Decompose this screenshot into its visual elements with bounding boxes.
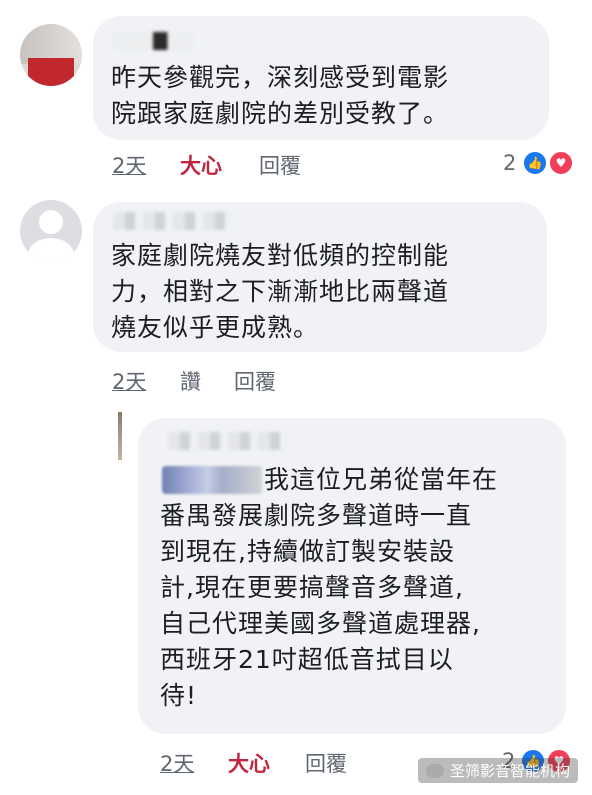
comment-text: 家庭劇院燒友對低頻的控制能 力，相對之下漸漸地比兩聲道 燒友似乎更成熟。: [111, 241, 450, 342]
reply-button[interactable]: 回覆: [305, 748, 347, 778]
like-button[interactable]: 讚: [180, 366, 201, 396]
comment-text: 我這位兄弟從當年在 番禺發展劇院多聲道時一直 到現在,持續做訂製安裝設 計,現在…: [160, 465, 499, 710]
reply-button[interactable]: 回覆: [234, 366, 276, 396]
watermark-text: 圣筛影音智能机构: [449, 762, 570, 780]
comment-bubble: 我這位兄弟從當年在 番禺發展劇院多聲道時一直 到現在,持續做訂製安裝設 計,現在…: [138, 418, 566, 734]
reaction-count[interactable]: 2: [503, 151, 516, 175]
comment-time[interactable]: 2天: [112, 150, 146, 180]
commenter-name[interactable]: [113, 32, 193, 50]
avatar[interactable]: [20, 200, 82, 262]
avatar[interactable]: [20, 24, 82, 86]
commenter-name[interactable]: [168, 432, 288, 450]
comment-bubble: 家庭劇院燒友對低頻的控制能 力，相對之下漸漸地比兩聲道 燒友似乎更成熟。: [93, 202, 547, 352]
reply-thread-line: [118, 412, 122, 460]
heart-icon: ♥: [548, 150, 574, 176]
like-icon: 👍: [522, 150, 548, 176]
reply-button[interactable]: 回覆: [259, 150, 301, 180]
comment-time[interactable]: 2天: [112, 366, 146, 396]
comment-time[interactable]: 2天: [160, 748, 194, 778]
comment-text: 昨天參觀完，深刻感受到電影 院跟家庭劇院的差別受教了。: [111, 63, 450, 128]
watermark: 圣筛影音智能机构: [417, 758, 578, 783]
comment-bubble: 昨天參觀完，深刻感受到電影 院跟家庭劇院的差別受教了。: [93, 16, 549, 140]
wechat-icon: [425, 763, 444, 778]
love-button[interactable]: 大心: [180, 150, 222, 180]
love-button[interactable]: 大心: [228, 748, 270, 778]
commenter-name[interactable]: [113, 212, 233, 230]
